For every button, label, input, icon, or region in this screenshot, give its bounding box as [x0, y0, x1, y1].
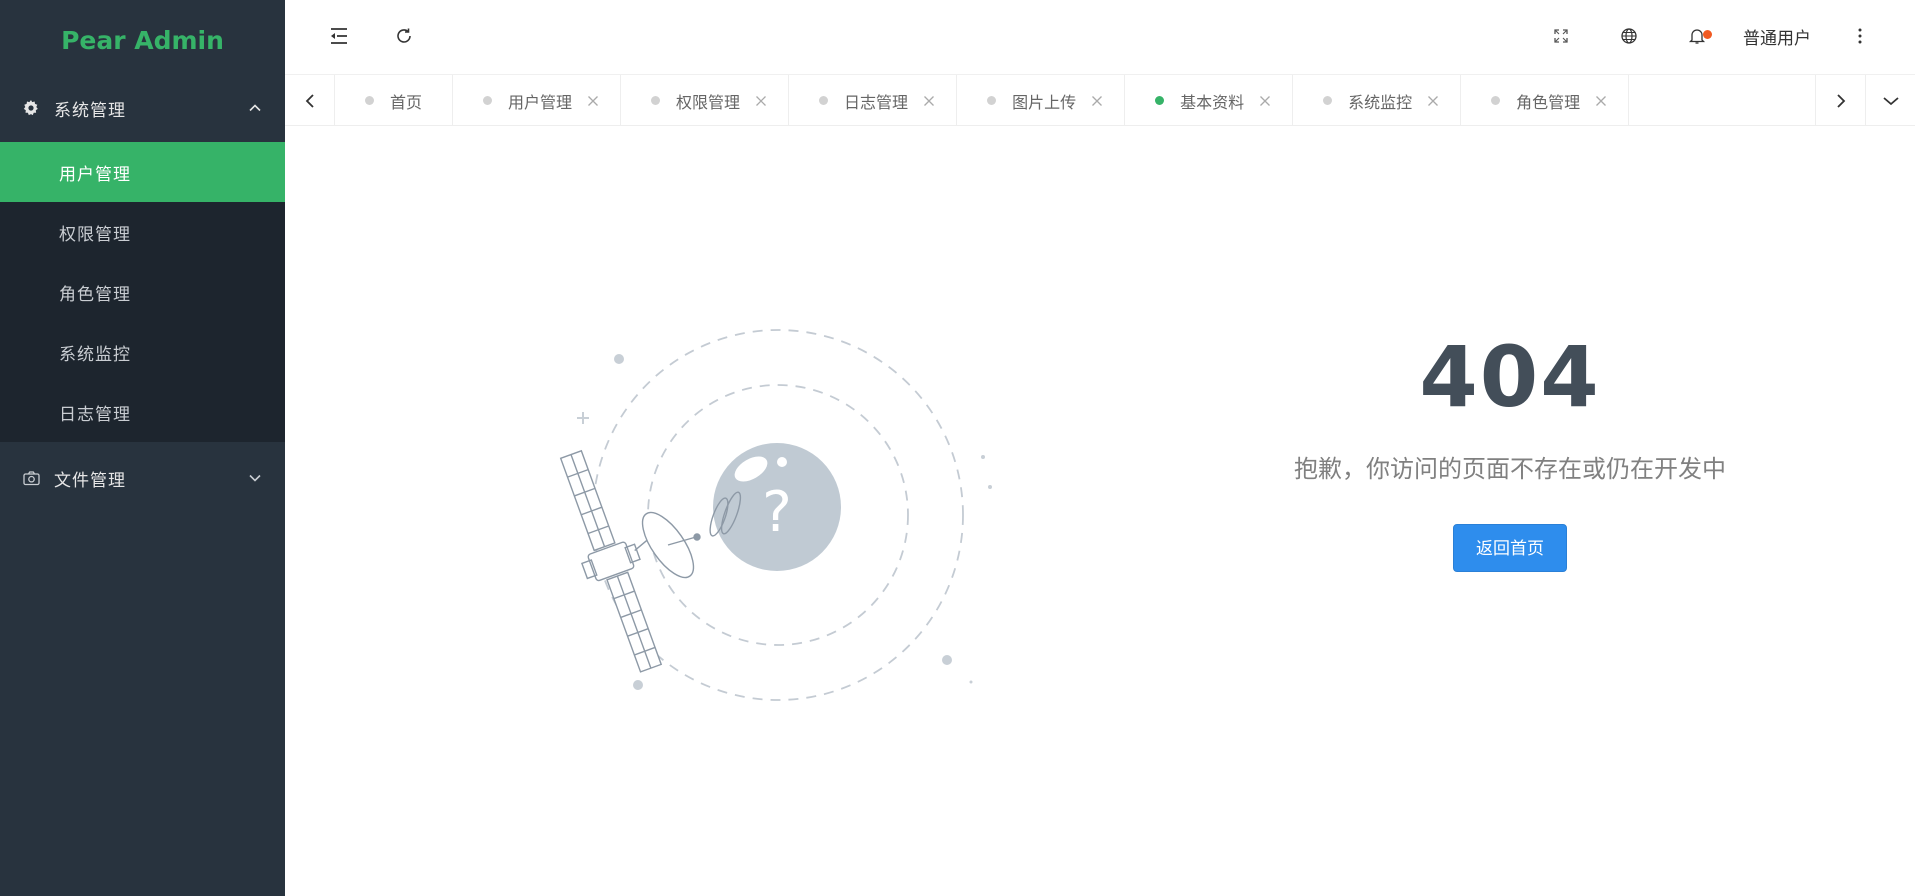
- tab-label: 系统监控: [1348, 92, 1413, 112]
- back-home-button[interactable]: 返回首页: [1453, 524, 1567, 572]
- close-icon[interactable]: [1090, 94, 1104, 108]
- chevron-left-icon: [305, 93, 314, 108]
- sidebar: Pear Admin 系统管理 用户管理 权限管理 角色管理 系统监控 日志管理…: [0, 0, 285, 896]
- app-logo[interactable]: Pear Admin: [0, 0, 285, 80]
- tab-user-management[interactable]: 用户管理: [453, 75, 622, 125]
- language-button[interactable]: [1595, 0, 1663, 72]
- tab-list: 首页 用户管理 权限管理 日志管理 图片上传 基本资料 系统监控 角色管理: [335, 75, 1815, 125]
- tab-status-dot: [987, 96, 997, 105]
- page-tabs: 首页 用户管理 权限管理 日志管理 图片上传 基本资料 系统监控 角色管理: [285, 74, 1915, 126]
- tab-role-management[interactable]: 角色管理: [1461, 75, 1630, 125]
- sidebar-group-label: 系统管理: [54, 100, 126, 121]
- sidebar-item-log-management[interactable]: 日志管理: [0, 382, 285, 442]
- chevron-down-icon: [1882, 96, 1899, 105]
- sidebar-item-label: 系统监控: [59, 344, 131, 365]
- gear-icon: [22, 99, 40, 117]
- tab-status-dot: [1323, 96, 1333, 105]
- sidebar-item-label: 角色管理: [59, 284, 131, 305]
- sidebar-item-permission-management[interactable]: 权限管理: [0, 202, 285, 262]
- tab-log-management[interactable]: 日志管理: [789, 75, 958, 125]
- sidebar-item-system-monitor[interactable]: 系统监控: [0, 322, 285, 382]
- close-icon[interactable]: [754, 94, 768, 108]
- notification-badge: [1703, 30, 1712, 39]
- more-vertical-icon: [1858, 28, 1862, 44]
- fullscreen-icon: [1554, 29, 1568, 43]
- tab-label: 图片上传: [1012, 92, 1077, 112]
- tabs-dropdown-button[interactable]: [1865, 75, 1915, 126]
- close-icon[interactable]: [1258, 94, 1272, 108]
- sidebar-item-label: 日志管理: [59, 404, 131, 425]
- more-options-button[interactable]: [1845, 0, 1875, 72]
- tab-status-dot: [1491, 96, 1501, 105]
- refresh-icon: [397, 28, 411, 43]
- tab-status-dot: [819, 96, 829, 105]
- sidebar-group-files[interactable]: 文件管理: [0, 450, 285, 506]
- menu-fold-icon: [331, 28, 347, 44]
- sidebar-submenu-system: 用户管理 权限管理 角色管理 系统监控 日志管理: [0, 142, 285, 442]
- globe-icon: [1621, 28, 1637, 44]
- tab-status-dot: [483, 96, 493, 105]
- top-header: 普通用户: [285, 0, 1915, 72]
- close-icon[interactable]: [922, 94, 936, 108]
- sidebar-item-role-management[interactable]: 角色管理: [0, 262, 285, 322]
- notification-button[interactable]: [1663, 0, 1731, 72]
- sidebar-group-label: 文件管理: [54, 470, 126, 491]
- satellite-illustration: ?: [559, 329, 992, 701]
- collapse-menu-button[interactable]: [329, 0, 349, 72]
- tab-label: 日志管理: [844, 92, 909, 112]
- tab-label: 角色管理: [1516, 92, 1581, 112]
- tab-image-upload[interactable]: 图片上传: [957, 75, 1126, 125]
- close-icon[interactable]: [586, 94, 600, 108]
- tab-system-monitor[interactable]: 系统监控: [1293, 75, 1462, 125]
- tab-status-dot: [365, 96, 374, 105]
- tab-basic-profile[interactable]: 基本资料: [1125, 75, 1294, 125]
- fullscreen-button[interactable]: [1527, 0, 1595, 72]
- chevron-down-icon: [247, 470, 263, 486]
- tabs-scroll-right-button[interactable]: [1815, 75, 1865, 126]
- tab-home[interactable]: 首页: [335, 75, 454, 125]
- sidebar-item-user-management[interactable]: 用户管理: [0, 142, 285, 202]
- refresh-button[interactable]: [395, 0, 413, 72]
- svg-text:?: ?: [762, 480, 792, 545]
- sidebar-group-system[interactable]: 系统管理: [0, 80, 285, 136]
- tab-label: 基本资料: [1180, 92, 1245, 112]
- close-icon[interactable]: [1426, 94, 1440, 108]
- sidebar-item-label: 权限管理: [59, 224, 131, 245]
- error-message: 抱歉，你访问的页面不存在或仍在开发中: [1294, 455, 1726, 483]
- tab-permission-management[interactable]: 权限管理: [621, 75, 790, 125]
- sidebar-item-label: 用户管理: [59, 164, 131, 185]
- tab-label: 首页: [390, 92, 423, 112]
- chevron-right-icon: [1836, 93, 1845, 108]
- user-name[interactable]: 普通用户: [1743, 24, 1811, 49]
- camera-icon: [22, 469, 40, 487]
- close-icon[interactable]: [1594, 94, 1608, 108]
- main-content: ? 404 抱歉，你访问的页面不存在或仍在开发中 返回首页: [285, 127, 1915, 896]
- error-code: 404: [1419, 328, 1601, 426]
- tab-label: 用户管理: [508, 92, 573, 112]
- error-block: 404 抱歉，你访问的页面不存在或仍在开发中 返回首页: [1185, 327, 1835, 572]
- tab-label: 权限管理: [676, 92, 741, 112]
- tab-status-dot: [651, 96, 661, 105]
- tabs-scroll-left-button[interactable]: [285, 75, 335, 126]
- tab-status-dot: [1155, 96, 1165, 105]
- chevron-up-icon: [247, 100, 263, 116]
